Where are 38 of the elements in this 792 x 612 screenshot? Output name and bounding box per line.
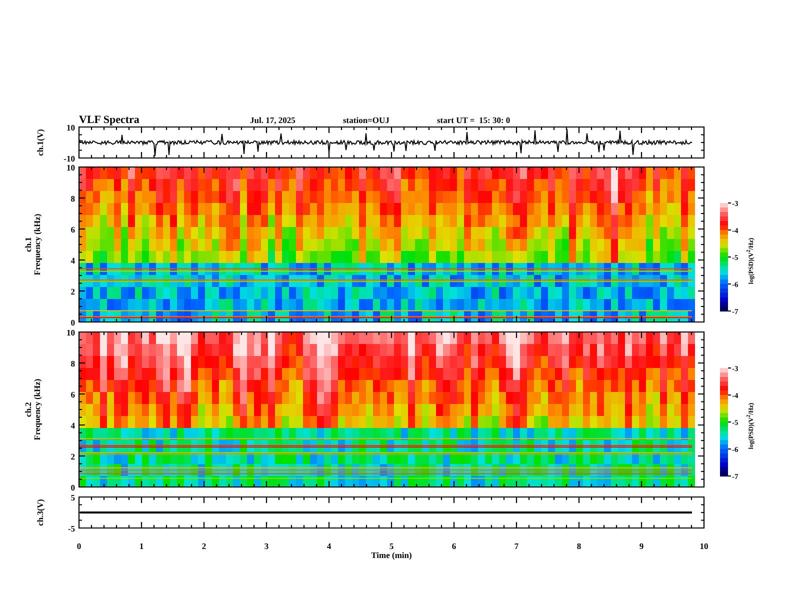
tick-label: 10 bbox=[700, 541, 708, 551]
tick-label: 5 bbox=[389, 541, 394, 551]
tick-label: 0 bbox=[70, 482, 75, 492]
tick-label: 4 bbox=[326, 541, 332, 551]
tick-label: 8 bbox=[576, 541, 582, 551]
tick-label: 0 bbox=[70, 318, 75, 328]
tick-label: 2 bbox=[70, 452, 75, 462]
axis-label: Frequency (kHz) bbox=[32, 214, 42, 276]
tick-label: 6 bbox=[70, 390, 75, 400]
tick-label: 0 bbox=[76, 541, 82, 551]
tick-label: 9 bbox=[639, 541, 644, 551]
date-label: Jul. 17, 2025 bbox=[250, 115, 296, 125]
tick-label: 8 bbox=[70, 194, 75, 204]
tick-label: 4 bbox=[70, 256, 75, 266]
tick-label: 3 bbox=[264, 541, 269, 551]
start-time-label: start UT = 15: 30: 0 bbox=[437, 115, 510, 125]
axis-label: ch.1 bbox=[23, 237, 33, 252]
station-label: station=OUJ bbox=[343, 115, 390, 125]
tick-label: -5 bbox=[68, 524, 75, 534]
tick-label: 10 bbox=[66, 328, 75, 338]
axis-label: Time (min) bbox=[371, 550, 412, 560]
tick-label: 10 bbox=[66, 162, 75, 172]
tick-label: -10 bbox=[64, 154, 75, 164]
axis-label: ch.3(V) bbox=[35, 499, 45, 526]
axis-label: ch.2 bbox=[23, 402, 33, 417]
figure-title: VLF Spectra bbox=[79, 114, 140, 126]
tick-label: 6 bbox=[70, 224, 75, 234]
tick-label: 1 bbox=[139, 541, 144, 551]
tick-label: 4 bbox=[70, 420, 75, 430]
tick-label: 6 bbox=[452, 541, 456, 551]
axis-label: Frequency (kHz) bbox=[32, 378, 42, 440]
tick-label: 10 bbox=[66, 122, 75, 132]
tick-label: 5 bbox=[70, 492, 75, 502]
tick-label: 2 bbox=[202, 541, 206, 551]
axis-label: ch.1(V) bbox=[35, 129, 45, 156]
tick-label: 8 bbox=[70, 358, 75, 368]
tick-label: 2 bbox=[70, 286, 75, 296]
tick-label: 7 bbox=[514, 541, 519, 551]
